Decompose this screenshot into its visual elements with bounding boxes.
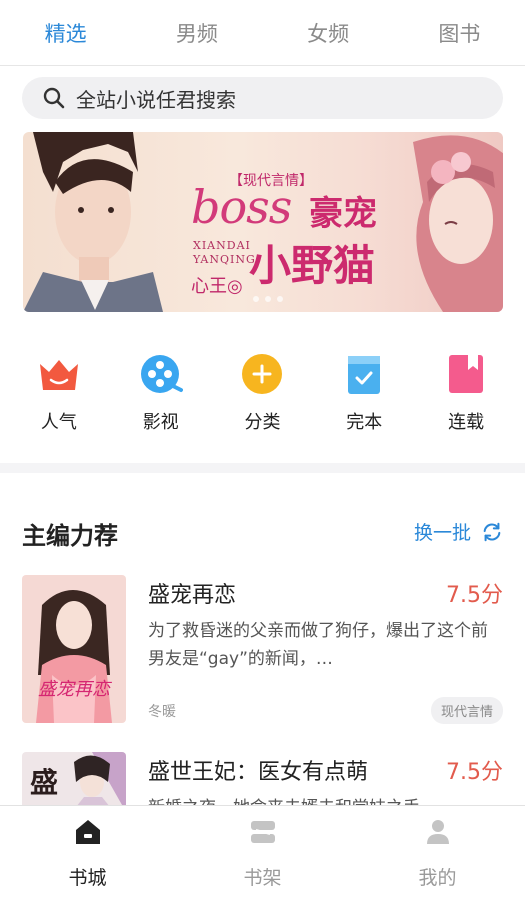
- user-icon: [426, 819, 449, 844]
- banner-pagination: [253, 296, 283, 302]
- banner-man-illustration: [23, 132, 163, 312]
- nav-bookshelf[interactable]: 书架: [203, 817, 323, 890]
- check-folder-icon: [348, 356, 381, 394]
- category-shortcuts: 人气 影视 分类 完本 连载: [0, 352, 525, 442]
- promo-banner[interactable]: 【现代言情】 boss 豪宠 XIANDAI YANQING 小野猫 心王◎: [23, 132, 503, 312]
- refresh-button[interactable]: 换一批: [414, 518, 503, 545]
- category-label: 分类: [244, 412, 281, 433]
- nav-label: 书城: [68, 866, 107, 889]
- category-popular[interactable]: 人气: [14, 352, 104, 442]
- refresh-label: 换一批: [413, 522, 471, 544]
- tab-featured[interactable]: 精选: [16, 18, 116, 48]
- refresh-icon: [483, 522, 501, 541]
- book-item[interactable]: 盛宠再恋 盛宠再恋 7.5分 为了救昏迷的父亲而做了狗仔，爆出了这个前男友是“g…: [22, 575, 503, 725]
- book-description: 为了救昏迷的父亲而做了狗仔，爆出了这个前男友是“gay”的新闻，…: [148, 621, 488, 669]
- tab-male[interactable]: 男频: [147, 18, 247, 48]
- book-score: 7.5分: [446, 583, 503, 608]
- bottom-nav: 书城 书架 我的: [0, 805, 525, 900]
- banner-title-part1: 豪宠: [309, 194, 377, 234]
- category-label: 人气: [40, 412, 77, 433]
- category-classify[interactable]: 分类: [217, 352, 307, 442]
- category-serial[interactable]: 连载: [421, 352, 511, 442]
- category-completed[interactable]: 完本: [319, 352, 409, 442]
- film-reel-icon: [140, 355, 183, 393]
- nav-label: 我的: [418, 866, 457, 889]
- plus-circle-icon: [242, 354, 283, 394]
- home-icon: [75, 819, 100, 844]
- section-title: 主编力荐: [22, 522, 118, 550]
- category-label: 连载: [448, 412, 485, 433]
- banner-pinyin: XIANDAI YANQING: [193, 239, 256, 266]
- search-input[interactable]: 全站小说任君搜索: [22, 77, 503, 119]
- top-tab-bar: 精选 男频 女频 图书: [0, 0, 525, 66]
- book-author: 冬暖: [148, 704, 176, 720]
- banner-woman-illustration: [413, 135, 503, 312]
- search-placeholder: 全站小说任君搜索: [76, 87, 236, 112]
- nav-profile[interactable]: 我的: [378, 817, 498, 890]
- tab-books[interactable]: 图书: [409, 18, 509, 48]
- category-film[interactable]: 影视: [116, 352, 206, 442]
- bookshelf-icon: [250, 820, 275, 843]
- book-genre-tag: 现代言情: [430, 697, 503, 724]
- book-cover-title: 盛: [30, 766, 58, 799]
- category-label: 影视: [142, 412, 179, 433]
- banner-title-part2: 小野猫: [249, 241, 376, 290]
- book-cover-title: 盛宠再恋: [38, 679, 113, 700]
- search-icon: [43, 87, 65, 109]
- book-title: 盛宠再恋: [148, 583, 237, 608]
- section-divider: [0, 463, 525, 473]
- banner-author: 心王◎: [191, 276, 243, 297]
- nav-label: 书架: [243, 866, 282, 889]
- book-cover[interactable]: 盛宠再恋: [22, 575, 126, 723]
- crown-icon: [39, 360, 78, 390]
- book-title: 盛世王妃：医女有点萌: [148, 760, 369, 785]
- banner-title-latin: boss: [191, 180, 292, 234]
- nav-bookstore[interactable]: 书城: [28, 817, 148, 890]
- book-score: 7.5分: [446, 760, 503, 785]
- tab-female[interactable]: 女频: [278, 18, 378, 48]
- bookmark-icon: [449, 355, 484, 393]
- category-label: 完本: [346, 412, 383, 433]
